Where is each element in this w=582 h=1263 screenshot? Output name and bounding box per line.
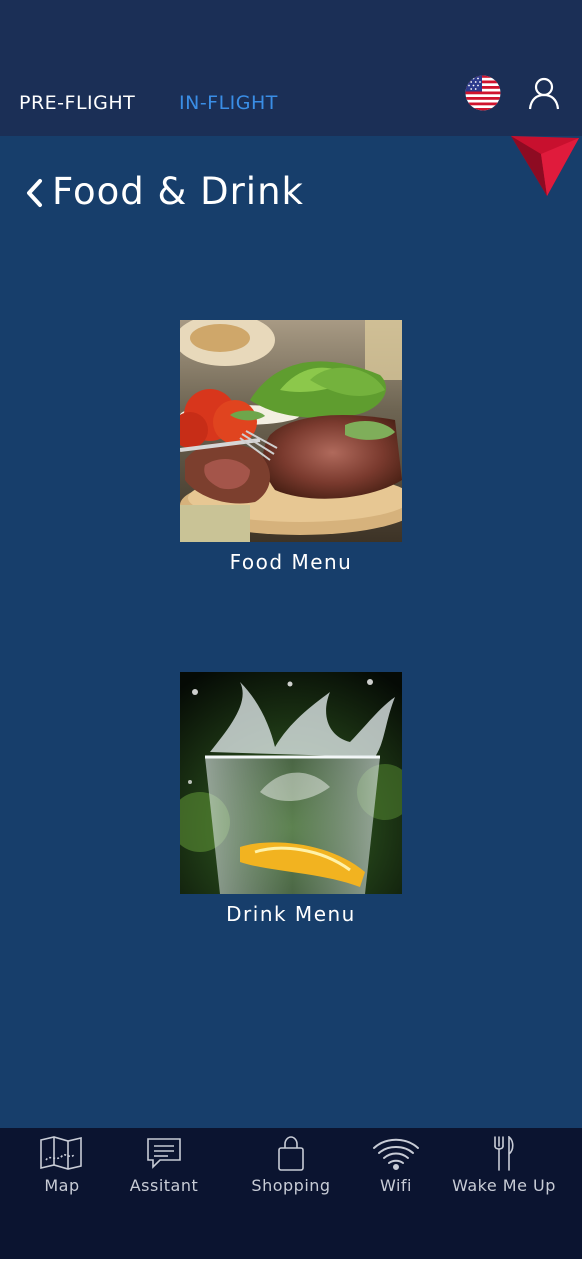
chat-icon (147, 1138, 181, 1169)
top-bar: PRE-FLIGHT IN-FLIGHT (0, 0, 582, 136)
nav-item-shopping[interactable]: Shopping (246, 1128, 336, 1208)
shopping-bag-icon (278, 1136, 304, 1171)
steak-dinner-photo (180, 320, 402, 542)
nav-item-wifi[interactable]: Wifi (360, 1128, 432, 1208)
nav-item-map[interactable]: Map (22, 1128, 102, 1208)
nav-label-wake-me-up: Wake Me Up (452, 1176, 556, 1195)
us-flag-icon[interactable] (465, 75, 501, 111)
utensils-icon (494, 1136, 514, 1171)
bottom-edge (0, 1259, 582, 1263)
drink-menu-card[interactable]: Drink Menu (180, 672, 402, 926)
wifi-icon (373, 1138, 419, 1170)
page-title: Food & Drink (52, 170, 304, 213)
nav-label-wifi: Wifi (380, 1176, 412, 1195)
tab-in-flight[interactable]: IN-FLIGHT (179, 92, 278, 114)
user-icon[interactable] (527, 76, 561, 110)
tab-pre-flight[interactable]: PRE-FLIGHT (19, 92, 135, 114)
food-menu-card[interactable]: Food Menu (180, 320, 402, 574)
nav-item-wake-me-up[interactable]: Wake Me Up (450, 1128, 558, 1208)
nav-label-map: Map (44, 1176, 80, 1195)
food-menu-label: Food Menu (229, 550, 353, 574)
delta-logo-icon (511, 136, 579, 196)
water-splash-photo (180, 672, 402, 894)
drink-menu-label: Drink Menu (226, 902, 356, 926)
chevron-left-icon (27, 179, 42, 207)
map-icon (40, 1136, 82, 1170)
nav-label-assistant: Assitant (129, 1176, 199, 1195)
bottom-nav: Map Assitant Shopping Wifi Wake Me Up (0, 1128, 582, 1259)
nav-label-shopping: Shopping (251, 1176, 331, 1195)
nav-item-assistant[interactable]: Assitant (124, 1128, 204, 1208)
